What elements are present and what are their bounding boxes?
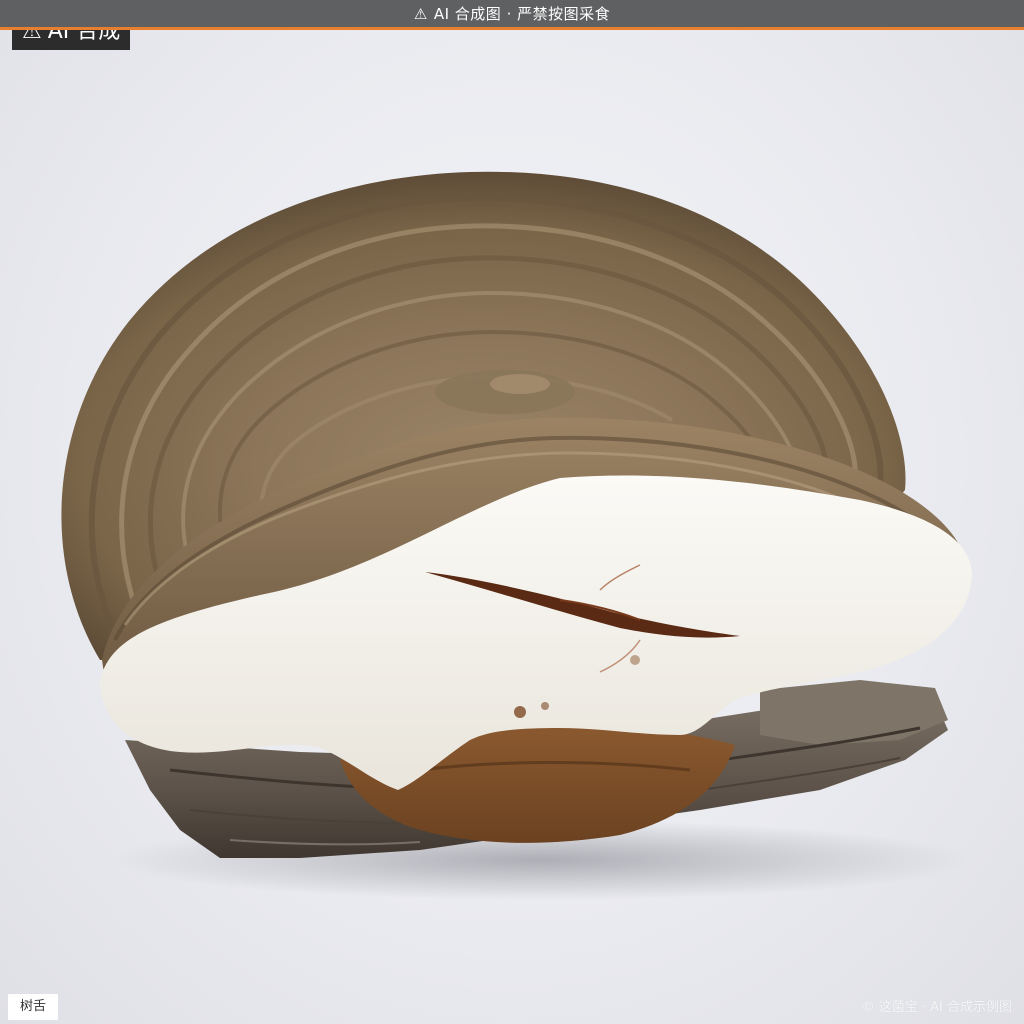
watermark: © 这菌宝 · AI 合成示例图 bbox=[861, 1000, 1012, 1015]
fungus-photo bbox=[61, 171, 972, 900]
warning-icon: ⚠ bbox=[413, 4, 428, 23]
ai-warning-banner: ⚠ AI 合成图 · 严禁按图采食 bbox=[0, 0, 1024, 30]
species-caption: 树舌 bbox=[8, 994, 59, 1020]
page: ⚠ AI 合成图 · 严禁按图采食 ⚠ AI 合成 树舌 © 这菌宝 · AI 合… bbox=[0, 0, 1024, 1024]
banner-text: AI 合成图 · 严禁按图采食 bbox=[433, 5, 611, 23]
